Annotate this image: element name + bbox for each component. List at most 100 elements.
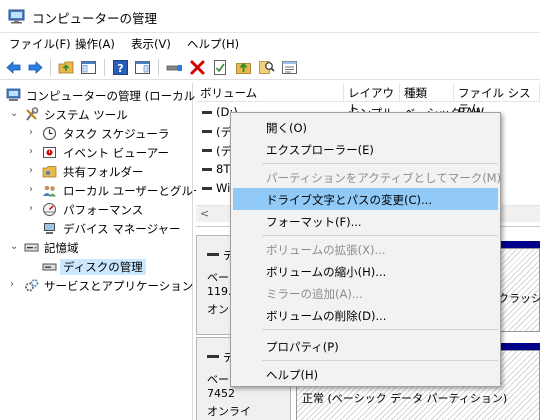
menu-item-label: プロパティ(P) xyxy=(266,340,339,354)
menu-view[interactable]: 表示(V) xyxy=(131,36,171,52)
column-header-type[interactable]: 種類 xyxy=(400,83,454,102)
tree-item-label: タスク スケジューラ xyxy=(63,127,170,141)
show-hide-tree-icon[interactable] xyxy=(80,59,97,76)
menu-item-add-mirror: ミラーの追加(A)... xyxy=(233,282,498,304)
toolbar-separator xyxy=(158,59,159,76)
chevron-down-icon[interactable]: ⌄ xyxy=(10,241,20,253)
menu-item-label: ドライブ文字とパスの変更(C)... xyxy=(266,193,432,207)
menu-item-properties[interactable]: プロパティ(P) xyxy=(233,335,498,357)
checkmark-icon[interactable] xyxy=(212,59,229,76)
tree-item-label: ローカル ユーザーとグループ xyxy=(63,184,216,198)
column-header-volume[interactable]: ボリューム xyxy=(196,83,344,102)
tree-item-local-users-groups[interactable]: › ローカル ユーザーとグループ xyxy=(0,181,215,200)
disk-size: 7452 xyxy=(207,387,235,400)
menu-separator xyxy=(262,163,498,164)
menu-item-format[interactable]: フォーマット(F)... xyxy=(233,210,498,232)
back-arrow-icon[interactable] xyxy=(5,59,22,76)
disk-icon xyxy=(207,355,219,358)
chevron-right-icon[interactable]: › xyxy=(10,279,20,291)
menu-item-shrink-volume[interactable]: ボリュームの縮小(H)... xyxy=(233,260,498,282)
volume-icon xyxy=(202,187,212,190)
chevron-right-icon[interactable]: › xyxy=(29,165,39,177)
forward-arrow-icon[interactable] xyxy=(27,59,44,76)
menu-separator xyxy=(262,235,498,236)
scroll-left-icon[interactable]: < xyxy=(200,207,209,220)
computer-management-icon xyxy=(6,88,21,101)
menu-item-open[interactable]: 開く(O) xyxy=(233,116,498,138)
computer-management-icon xyxy=(8,9,25,24)
context-menu: 開く(O) エクスプローラー(E) パーティションをアクティブとしてマーク(M)… xyxy=(230,112,501,387)
menu-item-label: ボリュームの拡張(X)... xyxy=(266,243,386,257)
disk-status: オンライ xyxy=(207,405,251,418)
tree-item-storage[interactable]: ⌄ 記憶域 xyxy=(0,238,192,257)
menu-file[interactable]: ファイル(F) xyxy=(9,36,71,52)
tree-item-event-viewer[interactable]: › イベント ビューアー xyxy=(0,143,192,162)
menu-bar: ファイル(F) 操作(A) 表示(V) ヘルプ(H) xyxy=(0,33,540,55)
menu-item-label: ボリュームの縮小(H)... xyxy=(266,265,387,279)
up-folder-icon[interactable] xyxy=(58,59,75,76)
performance-icon xyxy=(43,203,56,216)
clock-icon xyxy=(42,126,57,141)
menu-item-explore[interactable]: エクスプローラー(E) xyxy=(233,138,498,160)
tree-item-label: コンピューターの管理 (ローカル) xyxy=(26,89,200,103)
device-manager-icon xyxy=(44,223,55,234)
tree-item-label: イベント ビューアー xyxy=(63,146,170,160)
properties-icon[interactable] xyxy=(281,59,298,76)
help-icon[interactable]: ? xyxy=(112,59,129,76)
tree-item-computer-management[interactable]: コンピューターの管理 (ローカル) xyxy=(0,86,200,105)
toolbar: ? xyxy=(0,55,540,80)
tools-icon xyxy=(26,107,39,121)
menu-item-mark-active: パーティションをアクティブとしてマーク(M) xyxy=(233,166,502,188)
column-header-filesystem[interactable]: ファイル システム xyxy=(454,83,540,116)
search-icon[interactable] xyxy=(258,59,275,76)
chevron-right-icon[interactable]: › xyxy=(29,203,39,215)
tree-item-services-applications[interactable]: › サービスとアプリケーション xyxy=(0,276,194,295)
tree-item-task-scheduler[interactable]: › タスク スケジューラ xyxy=(0,124,192,143)
menu-action[interactable]: 操作(A) xyxy=(75,36,115,52)
menu-item-extend-volume: ボリュームの拡張(X)... xyxy=(233,238,498,260)
svg-text:?: ? xyxy=(117,62,123,75)
tree-item-label: システム ツール xyxy=(44,108,128,122)
tree-item-system-tools[interactable]: ⌄ システム ツール xyxy=(0,105,192,124)
menu-item-label: パーティションをアクティブとしてマーク(M) xyxy=(266,171,502,185)
tree-item-label: ディスクの管理 xyxy=(60,259,146,275)
menu-item-label: ボリュームの削除(D)... xyxy=(266,309,387,323)
tree-item-label: 共有フォルダー xyxy=(63,165,144,179)
volume-name: Wi xyxy=(216,181,231,195)
menu-item-label: ヘルプ(H) xyxy=(266,368,319,382)
users-icon xyxy=(43,185,56,197)
menu-item-label: エクスプローラー(E) xyxy=(266,143,374,157)
toolbar-separator xyxy=(104,59,105,76)
tree-item-device-manager[interactable]: デバイス マネージャー xyxy=(0,219,192,238)
volume-icon xyxy=(202,168,212,171)
event-viewer-icon xyxy=(43,147,56,158)
connect-icon[interactable] xyxy=(166,59,183,76)
tree-item-label: サービスとアプリケーション xyxy=(44,279,194,293)
window-title: コンピューターの管理 xyxy=(32,11,158,26)
tree-item-label: 記憶域 xyxy=(44,241,79,255)
menu-item-label: 開く(O) xyxy=(266,121,308,135)
toolbar-separator xyxy=(50,59,51,76)
tree-item-disk-management[interactable]: ディスクの管理 xyxy=(0,257,192,276)
menu-separator xyxy=(262,329,498,330)
menu-item-change-drive-letter[interactable]: ドライブ文字とパスの変更(C)... xyxy=(233,188,498,210)
menu-item-help[interactable]: ヘルプ(H) xyxy=(233,363,498,385)
disk-management-icon xyxy=(42,263,57,271)
tree-item-performance[interactable]: › パフォーマンス xyxy=(0,200,192,219)
disk-icon xyxy=(207,253,219,256)
up-arrow-folder-icon[interactable] xyxy=(235,59,252,76)
shared-folder-icon xyxy=(42,166,57,178)
column-header-layout[interactable]: レイアウト xyxy=(344,83,400,116)
chevron-right-icon[interactable]: › xyxy=(29,127,39,139)
chevron-right-icon[interactable]: › xyxy=(29,146,39,158)
services-icon xyxy=(25,279,39,292)
tree-item-shared-folders[interactable]: › 共有フォルダー xyxy=(0,162,192,181)
delete-icon[interactable] xyxy=(189,59,206,76)
chevron-down-icon[interactable]: ⌄ xyxy=(10,108,20,120)
title-bar: コンピューターの管理 xyxy=(0,0,540,33)
menu-item-delete-volume[interactable]: ボリュームの削除(D)... xyxy=(233,304,498,326)
menu-help[interactable]: ヘルプ(H) xyxy=(187,36,239,52)
action-pane-icon[interactable] xyxy=(134,59,151,76)
partition-status: クラッシ xyxy=(498,292,540,305)
chevron-right-icon[interactable]: › xyxy=(29,184,39,196)
